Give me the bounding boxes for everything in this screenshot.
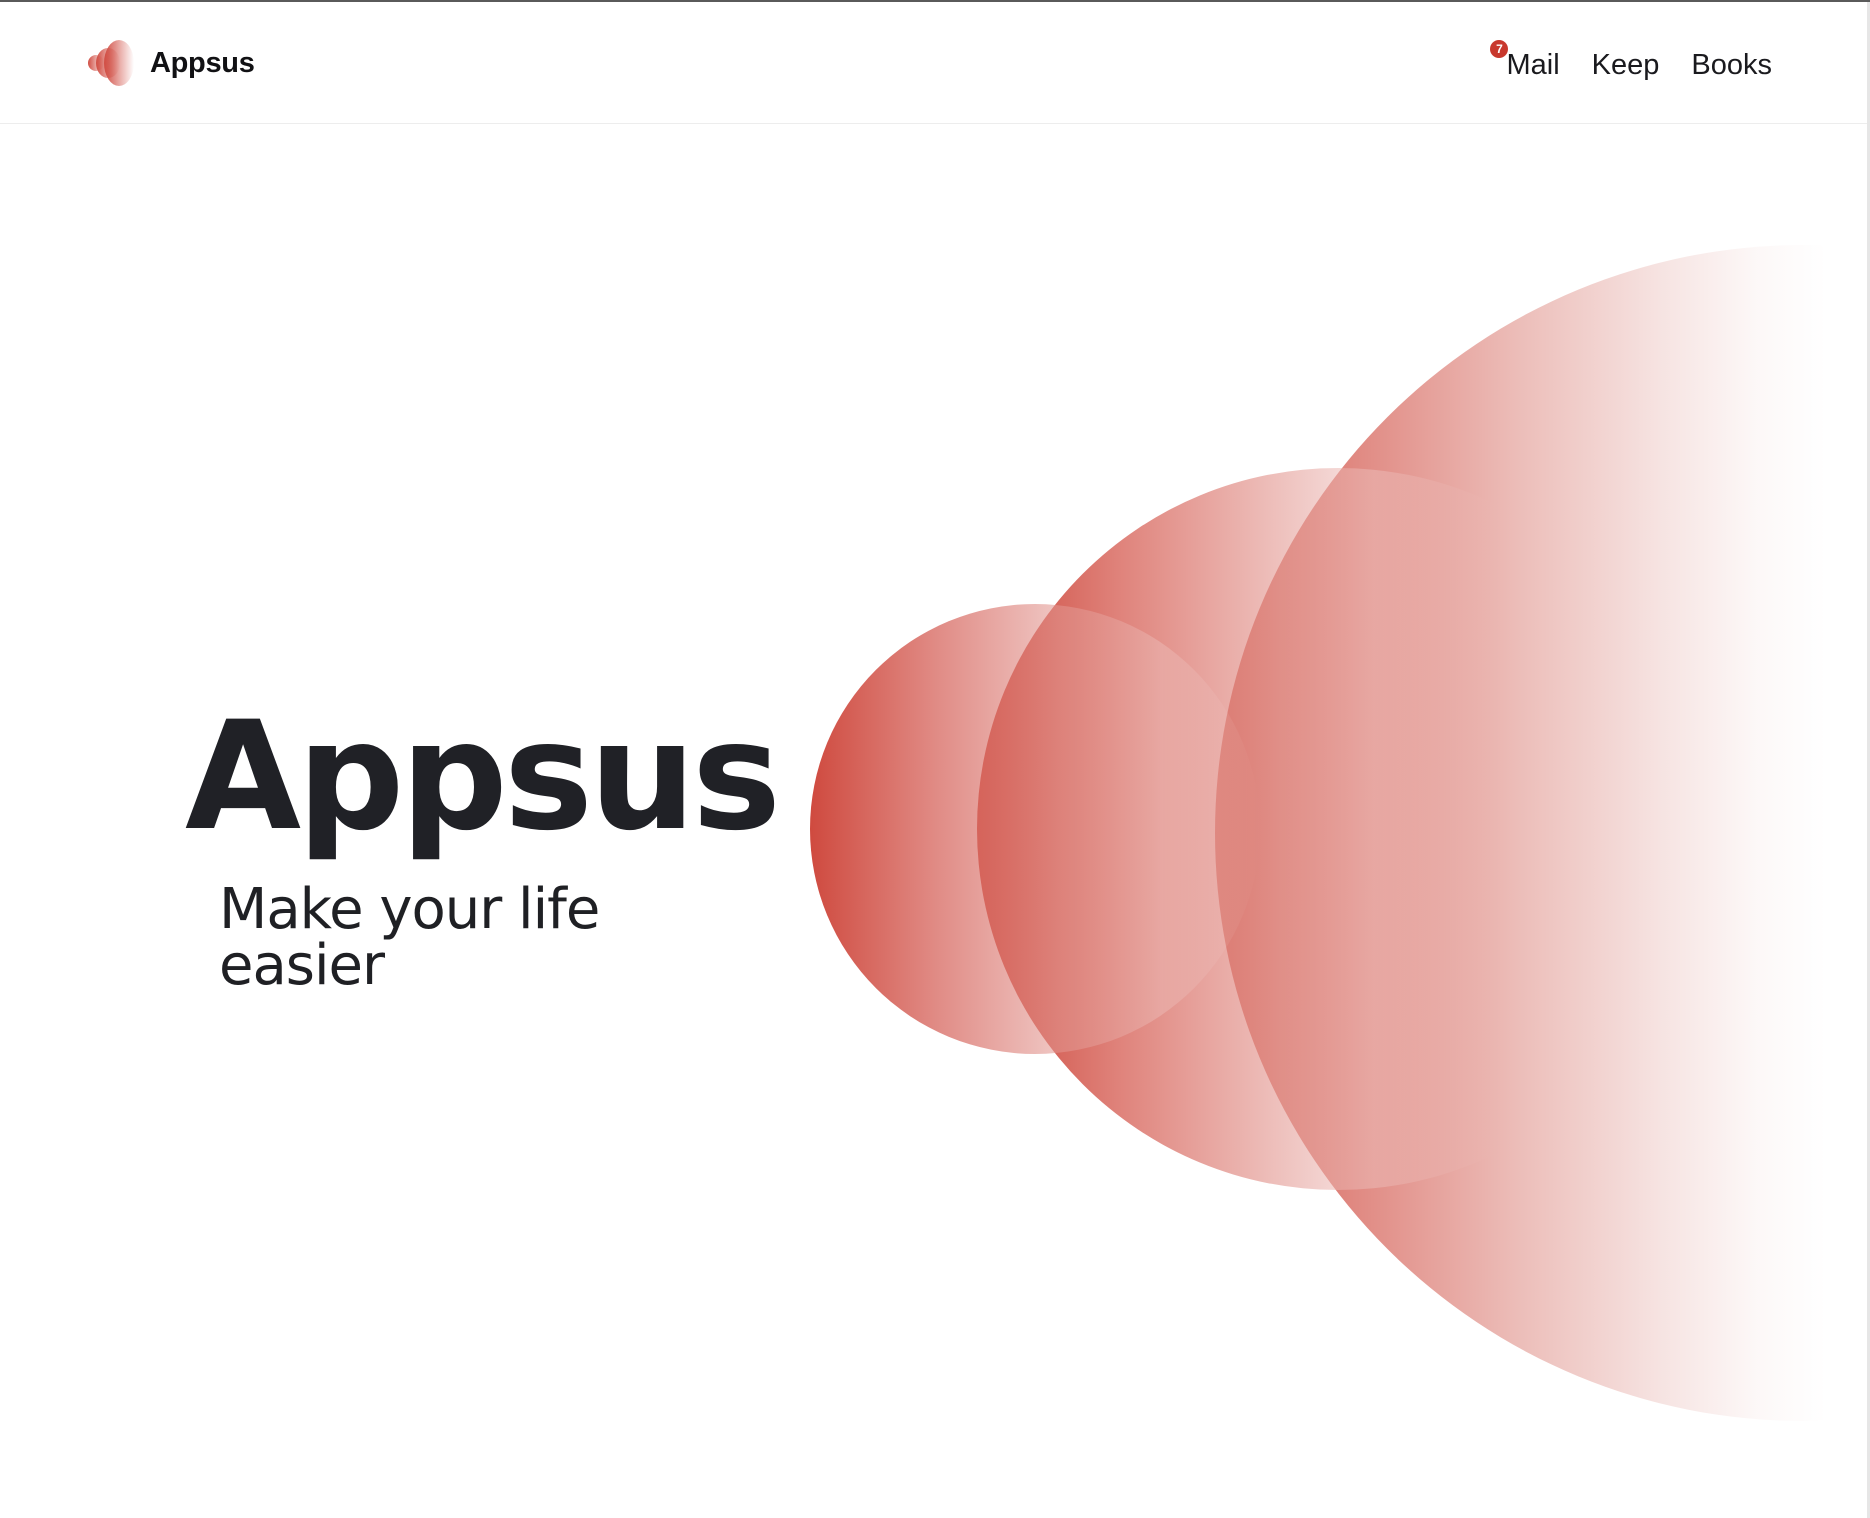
hero-text: Appsus Make your life easier: [185, 690, 781, 998]
appsus-logo-icon: [88, 40, 134, 86]
main-nav: 7 Mail Keep Books: [1490, 40, 1772, 88]
nav-link-keep[interactable]: Keep: [1592, 42, 1660, 88]
nav-link-mail-label: Mail: [1506, 49, 1560, 81]
nav-link-mail[interactable]: 7 Mail: [1490, 40, 1560, 88]
hero-title: Appsus: [185, 690, 781, 864]
hero-circle-small: [810, 604, 1260, 1054]
top-header: Appsus 7 Mail Keep Books: [0, 2, 1867, 124]
hero-subtitle: Make your life easier: [219, 877, 600, 998]
brand-home-link[interactable]: Appsus: [88, 40, 255, 86]
brand-name: Appsus: [150, 46, 255, 79]
nav-link-books[interactable]: Books: [1691, 42, 1772, 88]
nav-link-books-label: Books: [1691, 49, 1772, 81]
logo-circle-large: [104, 40, 134, 86]
nav-link-keep-label: Keep: [1591, 49, 1660, 81]
app-window: Appsus 7 Mail Keep Books Appsus Make you…: [0, 0, 1870, 1518]
